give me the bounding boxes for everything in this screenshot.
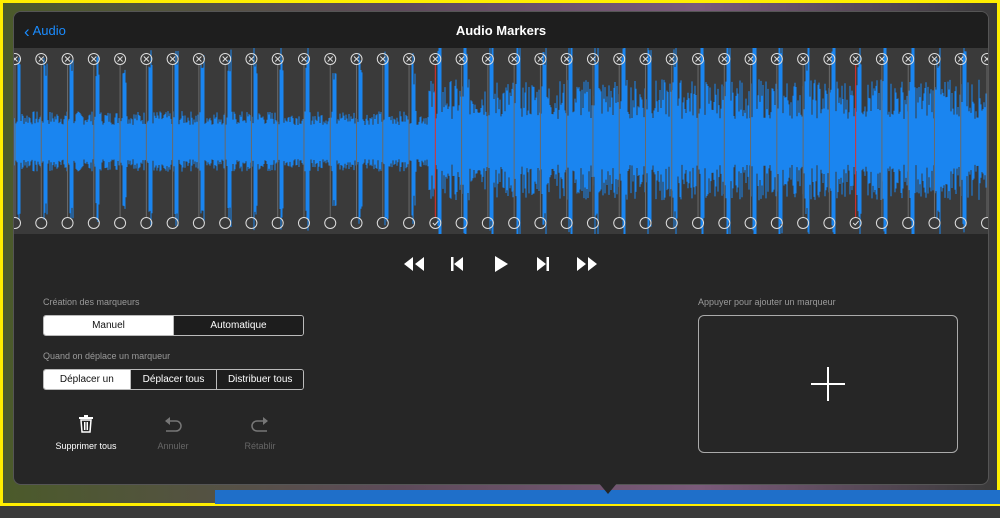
close-icon [931, 56, 938, 62]
move-segmented-control: Déplacer un Déplacer tous Distribuer tou… [43, 369, 304, 390]
waveform [14, 48, 988, 234]
close-icon [222, 56, 229, 62]
close-icon [327, 56, 334, 62]
page-title: Audio Markers [455, 23, 547, 38]
segment-deplacer-tous[interactable]: Déplacer tous [129, 370, 217, 389]
add-marker-label: Appuyer pour ajouter un marqueur [698, 297, 836, 307]
marker-handle[interactable] [797, 217, 810, 229]
close-icon [826, 56, 833, 62]
undo-label: Annuler [157, 441, 189, 451]
close-icon [64, 56, 71, 62]
marker-handle[interactable] [219, 217, 232, 229]
close-icon [38, 56, 45, 62]
skip-back-icon[interactable] [448, 254, 466, 274]
close-icon [406, 56, 412, 62]
segment-distribuer-tous[interactable]: Distribuer tous [216, 370, 303, 389]
marker-handle[interactable] [14, 217, 21, 229]
header: ‹ Audio Audio Markers [14, 12, 988, 48]
redo-icon [251, 417, 268, 432]
close-icon [747, 56, 754, 62]
close-icon [721, 56, 728, 62]
close-icon [800, 56, 806, 62]
marker-handle[interactable] [981, 217, 989, 229]
delete-all-label: Supprimer tous [55, 441, 117, 451]
transport-controls [14, 254, 988, 278]
undo-button[interactable]: Annuler [128, 415, 218, 451]
close-icon [196, 56, 202, 62]
marker-handle[interactable] [140, 217, 153, 229]
segment-automatique[interactable]: Automatique [173, 316, 303, 335]
close-icon [432, 56, 439, 62]
close-icon [905, 56, 912, 62]
close-icon [353, 56, 360, 62]
close-icon [537, 56, 544, 62]
delete-all-button[interactable]: Supprimer tous [41, 415, 131, 451]
marker-handle[interactable] [61, 217, 74, 229]
marker-handle[interactable] [376, 217, 389, 229]
check-icon [432, 220, 439, 226]
close-icon [511, 56, 517, 62]
rewind-icon[interactable] [402, 254, 426, 274]
marker-handle[interactable] [324, 217, 337, 229]
creation-segmented-control: Manuel Automatique [43, 315, 304, 336]
waveform-editor[interactable] [14, 48, 988, 234]
close-icon [14, 56, 18, 62]
segment-manuel[interactable]: Manuel [44, 316, 173, 335]
skip-forward-icon[interactable] [534, 254, 552, 274]
marker-handle[interactable] [271, 217, 284, 229]
segment-deplacer-un[interactable]: Déplacer un [44, 370, 130, 389]
close-icon [957, 56, 964, 62]
popover-arrow [598, 482, 618, 494]
fast-forward-icon[interactable] [575, 254, 599, 274]
marker-handle[interactable] [87, 217, 100, 229]
close-icon [274, 56, 281, 62]
close-icon [984, 56, 988, 62]
marker-handle[interactable] [114, 217, 127, 229]
marker-handle[interactable] [350, 217, 363, 229]
close-icon [117, 56, 123, 62]
plus-icon [811, 367, 845, 401]
close-icon [695, 56, 701, 62]
redo-label: Rétablir [244, 441, 276, 451]
close-icon [642, 56, 649, 62]
redo-button[interactable]: Rétablir [215, 415, 305, 451]
marker-handle[interactable] [192, 217, 205, 229]
close-icon [458, 56, 465, 62]
close-icon [301, 56, 307, 62]
add-marker-button[interactable] [698, 315, 958, 453]
close-icon [616, 56, 623, 62]
close-icon [563, 56, 570, 62]
close-icon [852, 56, 859, 62]
audio-markers-popover: ‹ Audio Audio Markers Création des marqu… [13, 11, 989, 485]
close-icon [248, 56, 255, 62]
close-icon [90, 56, 97, 62]
move-label: Quand on déplace un marqueur [43, 351, 171, 361]
marker-handle[interactable] [586, 217, 599, 229]
close-icon [169, 56, 176, 62]
trash-icon [79, 415, 93, 433]
play-icon[interactable] [492, 254, 510, 274]
marker-handle[interactable] [928, 217, 941, 229]
marker-handle[interactable] [245, 217, 258, 229]
marker-handle[interactable] [849, 217, 862, 229]
undo-icon [165, 417, 182, 432]
creation-label: Création des marqueurs [43, 297, 140, 307]
close-icon [143, 56, 150, 62]
check-icon [852, 220, 860, 226]
marker-handle[interactable] [35, 217, 48, 229]
